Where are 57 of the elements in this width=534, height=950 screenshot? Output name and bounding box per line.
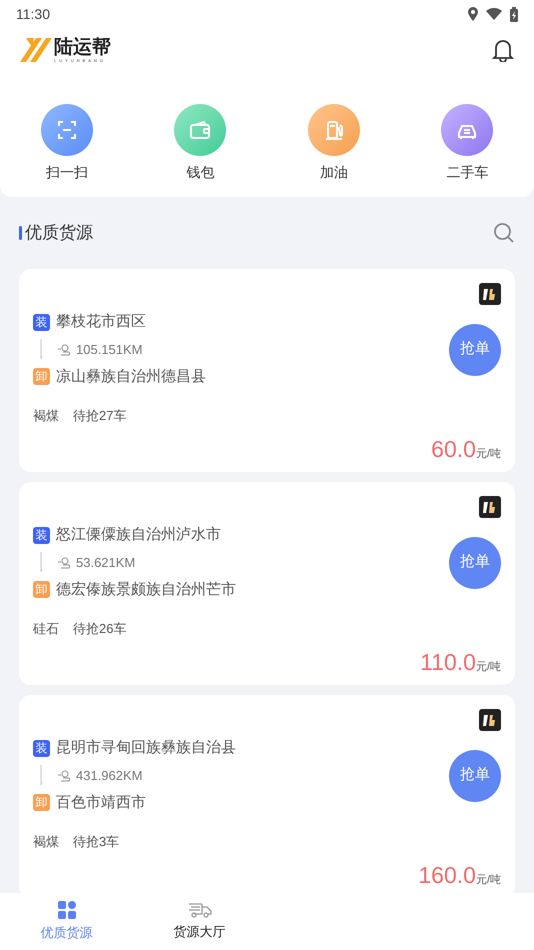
price: 110.0 [420, 650, 476, 674]
load-tag: 装 [33, 740, 50, 757]
order-card[interactable]: 装 怒江傈僳族自治州泸水市 53.621KM 卸 德宏傣族景颇族自治州芒市 抢单 硅石 待抢26车 110.0元/吨 [19, 482, 515, 685]
destination-city: 德宏傣族景颇族自治州芒市 [56, 580, 236, 600]
distance-text: 53.621KM [76, 554, 136, 572]
bottom-nav-tab[interactable]: 优质货源 [0, 893, 133, 950]
cargo-type: 硅石 [33, 620, 59, 638]
battery-icon [510, 6, 518, 22]
shortcut-label: 二手车 [446, 163, 488, 182]
distance-icon [57, 556, 71, 570]
section-title: 优质货源 [25, 222, 93, 244]
load-tag: 装 [33, 526, 50, 544]
price-unit: 元/吨 [476, 446, 501, 462]
distance-icon [57, 768, 71, 782]
destination-city: 百色市靖西市 [56, 792, 146, 812]
distance-text: 431.962KM [76, 766, 142, 785]
truck-icon [186, 901, 212, 920]
remaining-trucks: 待抢3车 [73, 833, 120, 851]
notification-bell-icon[interactable] [492, 38, 514, 62]
order-card[interactable]: 装 攀枝花市西区 105.151KM 卸 凉山彝族自治州德昌县 抢单 褐煤 待抢27车 60.0元/吨 [19, 269, 515, 472]
price: 160.0 [418, 864, 476, 886]
price: 60.0 [431, 438, 476, 460]
logo-icon [20, 37, 52, 63]
origin-city: 怒江傈僳族自治州泸水市 [56, 525, 221, 545]
shortcut-item[interactable]: 扫一扫 [0, 104, 134, 183]
wifi-icon [486, 8, 502, 20]
shortcut-label: 扫一扫 [46, 163, 88, 182]
logo-text: 陆运帮 [54, 38, 111, 56]
order-card[interactable]: 装 昆明市寻甸回族彝族自治县 431.962KM 卸 百色市靖西市 抢单 褐煤 待抢3车 160.0元/吨 [19, 695, 515, 893]
grid-icon [56, 900, 76, 920]
unload-tag: 卸 [33, 581, 50, 598]
remaining-trucks: 待抢27车 [73, 407, 126, 425]
shortcut-label: 加油 [320, 163, 348, 182]
cargo-type: 褐煤 [33, 833, 59, 851]
unload-tag: 卸 [33, 794, 50, 812]
price-unit: 元/吨 [476, 660, 501, 674]
shortcut-label: 钱包 [186, 163, 214, 182]
distance-icon [57, 342, 71, 356]
origin-city: 昆明市寻甸回族彝族自治县 [56, 738, 236, 758]
bottom-nav-tab[interactable]: 货源大厅 [133, 893, 266, 950]
distance-text: 105.151KM [76, 340, 142, 359]
remaining-trucks: 待抢26车 [73, 620, 126, 638]
shortcut-item[interactable]: 钱包 [134, 104, 267, 183]
destination-city: 凉山彝族自治州德昌县 [56, 366, 206, 386]
premium-badge-icon [479, 496, 501, 518]
premium-badge-icon [479, 709, 501, 731]
location-icon [468, 7, 478, 21]
cargo-type: 褐煤 [33, 407, 59, 425]
status-time: 11:30 [16, 4, 50, 24]
search-icon[interactable] [493, 222, 515, 244]
load-tag: 装 [33, 314, 50, 331]
unload-tag: 卸 [33, 368, 50, 386]
price-unit: 元/吨 [476, 872, 501, 888]
origin-city: 攀枝花市西区 [56, 312, 146, 332]
shortcut-item[interactable]: 二手车 [400, 104, 534, 183]
shortcut-item[interactable]: 加油 [267, 104, 400, 183]
premium-badge-icon [479, 283, 501, 305]
